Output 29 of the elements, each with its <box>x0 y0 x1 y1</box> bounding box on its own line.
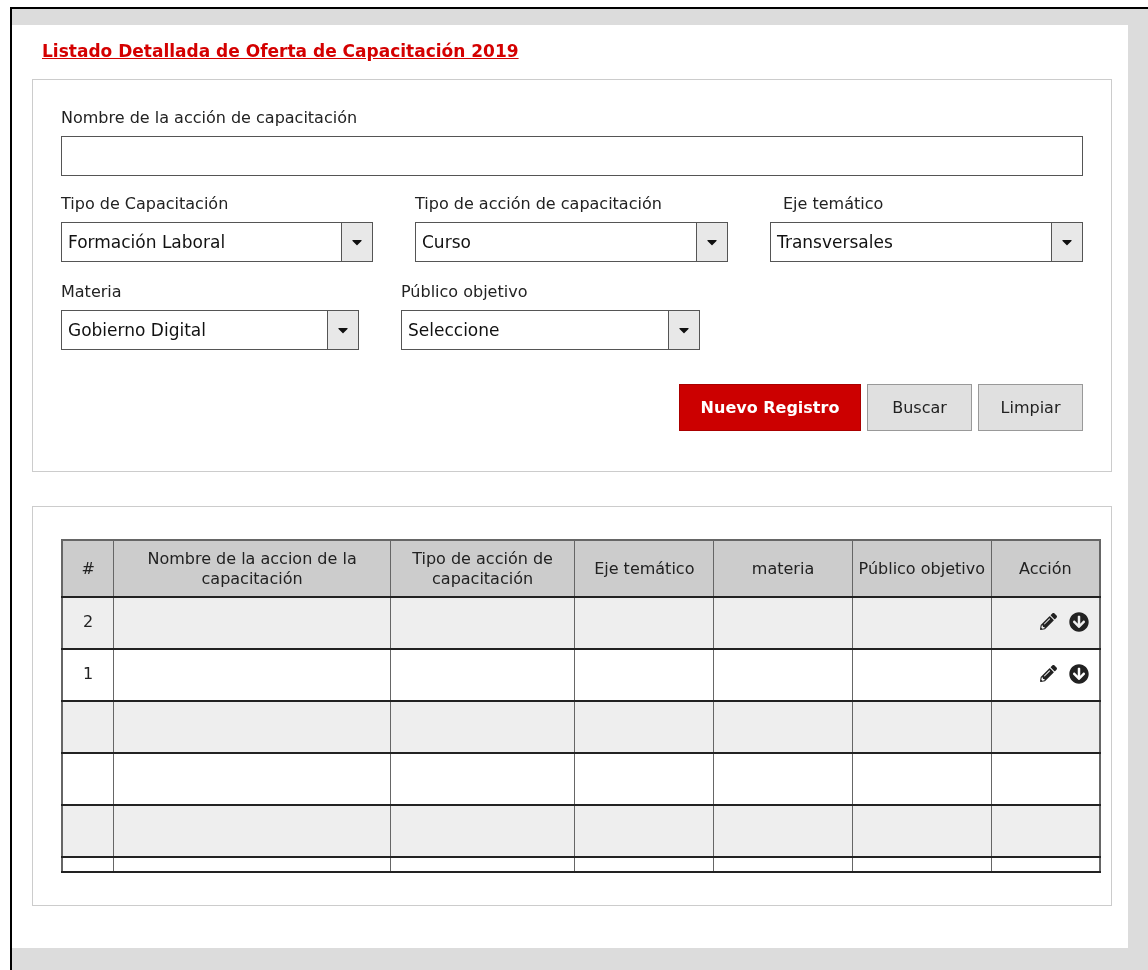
column-header: Tipo de acción de capacitación <box>390 540 575 597</box>
column-header: Público objetivo <box>852 540 992 597</box>
field-label: Público objetivo <box>401 282 529 302</box>
input-field[interactable] <box>61 136 1083 176</box>
dropdown[interactable]: Seleccione <box>401 310 700 350</box>
field-label: Materia <box>61 282 123 302</box>
column-header: # <box>62 540 114 597</box>
action-button[interactable]: Buscar <box>867 384 972 431</box>
field-label: Eje temático <box>783 194 885 214</box>
dropdown[interactable]: Gobierno Digital <box>61 310 359 350</box>
field-label: Tipo de acción de capacitación <box>415 194 663 214</box>
dropdown[interactable]: Formación Laboral <box>61 222 373 262</box>
edit-icon[interactable] <box>1040 665 1057 683</box>
dropdown[interactable]: Transversales <box>770 222 1083 262</box>
action-button[interactable]: Limpiar <box>978 384 1083 431</box>
column-header: Eje temático <box>574 540 714 597</box>
row-number: 1 <box>83 664 94 683</box>
download-icon[interactable] <box>1069 611 1089 632</box>
column-header: materia <box>713 540 853 597</box>
row-number: 2 <box>83 612 94 631</box>
download-icon[interactable] <box>1069 663 1089 684</box>
dropdown[interactable]: Curso <box>415 222 728 262</box>
field-label: Tipo de Capacitación <box>61 194 230 214</box>
edit-icon[interactable] <box>1040 613 1057 631</box>
column-header: Acción <box>991 540 1100 597</box>
column-header: Nombre de la accion de la capacitación <box>113 540 391 597</box>
page-title: Listado Detallada de Oferta de Capacitación 2019 <box>42 40 519 63</box>
new-record-button[interactable]: Nuevo Registro <box>679 384 861 431</box>
field-label: Nombre de la acción de capacitación <box>61 108 359 128</box>
